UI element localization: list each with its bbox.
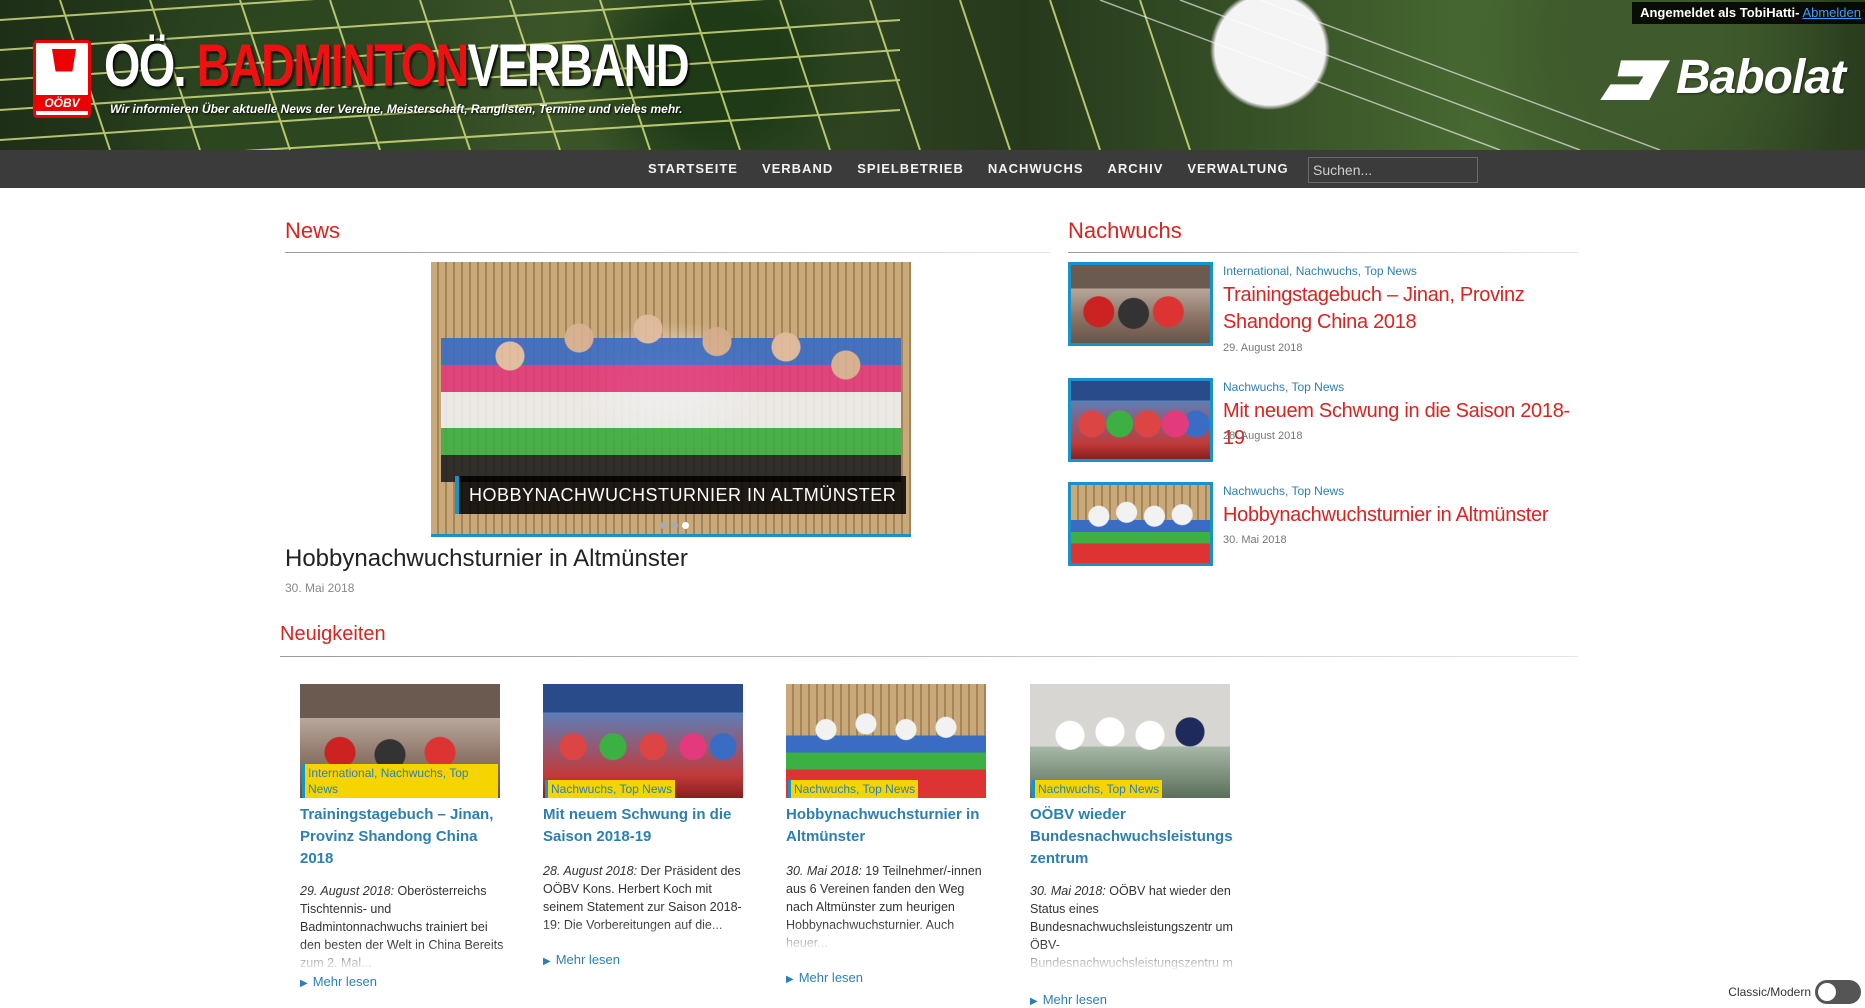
nachwuchs-divider: [1068, 252, 1578, 253]
nav-item-spielbetrieb[interactable]: SPIELBETRIEB: [845, 150, 976, 188]
logo-abbreviation: OÖBV: [36, 95, 88, 111]
site-subtitle: Wir informieren Über aktuelle News der V…: [110, 102, 683, 116]
nav-item-verband[interactable]: VERBAND: [750, 150, 845, 188]
slide-image: [441, 302, 901, 482]
nachwuchs-date: 30. Mai 2018: [1223, 534, 1287, 546]
news-headline[interactable]: Hobbynachwuchsturnier in Altmünster: [285, 545, 688, 573]
oobv-logo[interactable]: OÖBV: [33, 40, 91, 118]
style-toggle[interactable]: Classic/Modern: [1728, 980, 1861, 1004]
card-image[interactable]: Nachwuchs, Top News: [543, 684, 743, 798]
site-title-part2: BADMINTON: [196, 32, 470, 99]
login-status-text: Angemeldet als TobiHatti-: [1640, 5, 1800, 20]
site-title-part3: VERBAND: [467, 32, 690, 99]
sponsor-name: Babolat: [1675, 51, 1846, 104]
card-title[interactable]: Mit neuem Schwung in die Saison 2018-19: [543, 804, 748, 848]
read-more-link[interactable]: Mehr lesen: [300, 974, 377, 989]
card-date: 30. Mai 2018:: [786, 864, 862, 878]
card-title[interactable]: OÖBV wieder Bundesnachwuchsleistungs zen…: [1030, 804, 1235, 870]
card-date: 29. August 2018:: [300, 884, 395, 898]
excerpt-fade: [543, 922, 748, 952]
nav-item-nachwuchs[interactable]: NACHWUCHS: [976, 150, 1096, 188]
nachwuchs-title[interactable]: Hobbynachwuchsturnier in Altmünster: [1223, 502, 1583, 529]
main-navbar: STARTSEITE VERBAND SPIELBETRIEB NACHWUCH…: [0, 150, 1865, 188]
nachwuchs-list-item: Nachwuchs, Top News Mit neuem Schwung in…: [1068, 378, 1588, 468]
card-image[interactable]: Nachwuchs, Top News: [786, 684, 986, 798]
neuigkeiten-heading: Neuigkeiten: [280, 623, 386, 645]
card-date: 30. Mai 2018:: [1030, 884, 1106, 898]
news-slider[interactable]: HOBBYNACHWUCHSTURNIER IN ALTMÜNSTER: [431, 262, 911, 537]
nachwuchs-tags[interactable]: International, Nachwuchs, Top News: [1223, 264, 1417, 278]
nav-item-startseite[interactable]: STARTSEITE: [636, 150, 750, 188]
nachwuchs-title[interactable]: Mit neuem Schwung in die Saison 2018-19: [1223, 398, 1583, 452]
news-divider: [285, 252, 1050, 253]
excerpt-fade: [1030, 942, 1235, 972]
card-tags[interactable]: Nachwuchs, Top News: [788, 780, 919, 798]
excerpt-fade: [300, 942, 505, 972]
card-excerpt: 29. August 2018: Oberösterreichs Tischte…: [300, 882, 505, 972]
sponsor-logo[interactable]: Babolat: [1599, 50, 1846, 105]
card-title[interactable]: Hobbynachwuchsturnier in Altmünster: [786, 804, 991, 848]
nachwuchs-date: 28. August 2018: [1223, 430, 1303, 442]
nachwuchs-date: 29. August 2018: [1223, 342, 1303, 354]
read-more-link[interactable]: Mehr lesen: [1030, 992, 1107, 1007]
excerpt-fade: [786, 922, 991, 952]
card-tags[interactable]: Nachwuchs, Top News: [545, 780, 676, 798]
style-toggle-label: Classic/Modern: [1728, 985, 1811, 999]
nav-item-verwaltung[interactable]: VERWALTUNG: [1175, 150, 1300, 188]
neuigkeiten-divider: [280, 656, 1578, 657]
news-date: 30. Mai 2018: [285, 581, 355, 595]
site-header: OÖBV OÖ. BADMINTONVERBAND Wir informiere…: [0, 0, 1865, 150]
slider-dot-active[interactable]: [682, 522, 689, 529]
card-tags[interactable]: Nachwuchs, Top News: [1032, 780, 1163, 798]
card-title[interactable]: Trainingstagebuch – Jinan, Provinz Shand…: [300, 804, 505, 870]
nachwuchs-tags[interactable]: Nachwuchs, Top News: [1223, 484, 1344, 498]
nav-item-archiv[interactable]: ARCHIV: [1096, 150, 1176, 188]
shuttlecock-icon: [52, 49, 76, 99]
site-title-part1: OÖ.: [104, 32, 187, 99]
nachwuchs-heading: Nachwuchs: [1068, 218, 1182, 243]
nav-menu: STARTSEITE VERBAND SPIELBETRIEB NACHWUCH…: [636, 150, 1301, 188]
card-excerpt: 28. August 2018: Der Präsident des OÖBV …: [543, 862, 748, 952]
card-image[interactable]: Nachwuchs, Top News: [1030, 684, 1230, 798]
card-date: 28. August 2018:: [543, 864, 638, 878]
site-title[interactable]: OÖ. BADMINTONVERBAND: [104, 32, 690, 99]
news-heading: News: [285, 218, 341, 243]
toggle-switch[interactable]: [1815, 980, 1861, 1004]
search-input[interactable]: [1308, 157, 1478, 183]
slider-dots: [660, 522, 689, 529]
logout-link[interactable]: Abmelden: [1802, 5, 1861, 20]
card-tags[interactable]: International, Nachwuchs, Top News: [302, 764, 498, 798]
slide-caption[interactable]: HOBBYNACHWUCHSTURNIER IN ALTMÜNSTER: [455, 476, 907, 514]
babolat-mark-icon: [1599, 60, 1670, 101]
slider-dot[interactable]: [671, 522, 678, 529]
nachwuchs-list-item: International, Nachwuchs, Top News Train…: [1068, 262, 1588, 354]
read-more-link[interactable]: Mehr lesen: [543, 952, 620, 967]
nachwuchs-list-item: Nachwuchs, Top News Hobbynachwuchsturnie…: [1068, 482, 1588, 572]
nachwuchs-thumbnail[interactable]: [1068, 378, 1213, 462]
nachwuchs-tags[interactable]: Nachwuchs, Top News: [1223, 380, 1344, 394]
nachwuchs-thumbnail[interactable]: [1068, 262, 1213, 346]
card-excerpt: 30. Mai 2018: 19 Teilnehmer/-innen aus 6…: [786, 862, 991, 952]
card-excerpt: 30. Mai 2018: OÖBV hat wieder den Status…: [1030, 882, 1235, 972]
login-status-bar: Angemeldet als TobiHatti- Abmelden: [1632, 2, 1865, 24]
card-image[interactable]: International, Nachwuchs, Top News: [300, 684, 500, 798]
nachwuchs-thumbnail[interactable]: [1068, 482, 1213, 566]
slider-dot[interactable]: [660, 522, 667, 529]
read-more-link[interactable]: Mehr lesen: [786, 970, 863, 985]
nachwuchs-title[interactable]: Trainingstagebuch – Jinan, Provinz Shand…: [1223, 282, 1583, 336]
